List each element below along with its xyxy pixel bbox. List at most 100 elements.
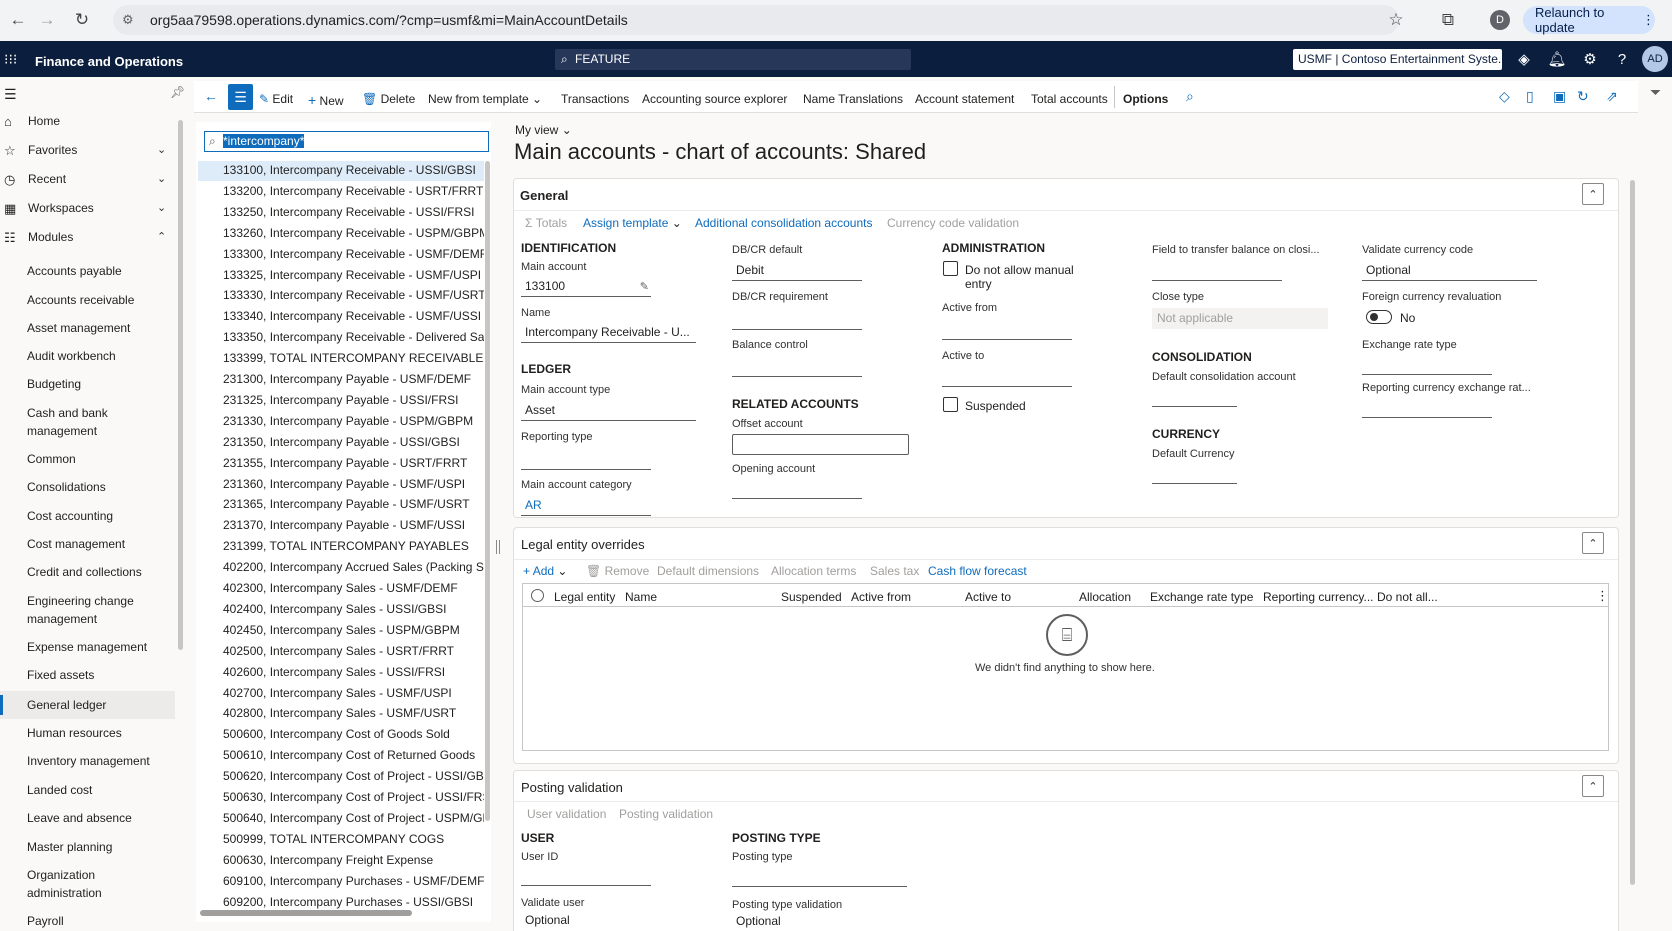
office-icon[interactable]: ▯ — [1526, 88, 1534, 105]
account-list-item[interactable]: 231370, Intercompany Payable - USMF/USSI — [223, 518, 484, 532]
pencil-icon[interactable]: ✎ — [640, 280, 649, 293]
reporting-type-field[interactable] — [521, 452, 651, 470]
module-cost-management[interactable]: Cost management — [27, 535, 172, 553]
profile-avatar[interactable]: D — [1490, 10, 1510, 30]
collapse-general-button[interactable]: ⌃ — [1582, 183, 1604, 205]
module-cost-accounting[interactable]: Cost accounting — [27, 507, 172, 525]
col-exchange-rate-type[interactable]: Exchange rate type — [1150, 590, 1253, 604]
dbcr-requirement-field[interactable] — [732, 312, 862, 330]
back-arrow-icon[interactable]: ← — [204, 88, 218, 104]
company-picker[interactable]: USMF | Contoso Entertainment Syste... — [1293, 49, 1502, 70]
account-list-item[interactable]: 231365, Intercompany Payable - USMF/USRT — [223, 497, 484, 511]
account-list-item[interactable]: 500999, TOTAL INTERCOMPANY COGS — [223, 832, 484, 846]
account-list-item[interactable]: 609200, Intercompany Purchases - USSI/GB… — [223, 895, 484, 909]
account-list-item[interactable]: 133340, Intercompany Receivable - USMF/U… — [223, 309, 484, 323]
account-list-item[interactable]: 133250, Intercompany Receivable - USSI/F… — [223, 205, 484, 219]
col-reporting-currency[interactable]: Reporting currency... — [1263, 590, 1374, 604]
active-to-field[interactable] — [942, 369, 1072, 387]
module-accounts-payable[interactable]: Accounts payable — [27, 262, 172, 280]
account-statement-button[interactable]: Account statement — [915, 92, 1014, 106]
account-list-item[interactable]: 402700, Intercompany Sales - USMF/USPI — [223, 686, 484, 700]
col-allocation[interactable]: Allocation — [1079, 590, 1131, 604]
col-active-from[interactable]: Active from — [851, 590, 911, 604]
account-list-item[interactable]: 609100, Intercompany Purchases - USMF/DE… — [223, 874, 484, 888]
totals-button[interactable]: Σ Totals — [525, 216, 567, 230]
default-currency-field[interactable] — [1152, 466, 1237, 484]
offset-account-field[interactable] — [732, 434, 909, 455]
main-account-category-field[interactable]: AR — [521, 498, 651, 516]
account-list-item[interactable]: 402450, Intercompany Sales - USPM/GBPM — [223, 623, 484, 637]
reload-icon[interactable]: ↻ — [68, 6, 96, 34]
collapse-posting-button[interactable]: ⌃ — [1582, 775, 1604, 797]
account-list-item[interactable]: 133300, Intercompany Receivable - USMF/D… — [223, 247, 484, 261]
main-scrollbar[interactable] — [1630, 180, 1635, 885]
account-list-item[interactable]: 231355, Intercompany Payable - USRT/FRRT — [223, 456, 484, 470]
module-audit-workbench[interactable]: Audit workbench — [27, 347, 172, 365]
pin-icon[interactable]: 📌︎ — [170, 85, 185, 99]
cash-flow-forecast-button[interactable]: Cash flow forecast — [928, 564, 1027, 578]
list-filter-input[interactable]: ⌕ *intercompany* — [204, 131, 489, 152]
validate-currency-field[interactable]: Optional — [1362, 263, 1537, 281]
module-master-planning[interactable]: Master planning — [27, 838, 172, 856]
edit-button[interactable]: ✎ Edit — [259, 92, 293, 106]
col-suspended[interactable]: Suspended — [781, 590, 842, 604]
dbcr-default-field[interactable]: Debit — [732, 263, 862, 281]
user-avatar[interactable]: AD — [1642, 46, 1668, 72]
module-asset-management[interactable]: Asset management — [27, 319, 172, 337]
do-not-allow-manual-entry-checkbox[interactable] — [943, 261, 958, 276]
account-list-item[interactable]: 133100, Intercompany Receivable - USSI/G… — [223, 163, 484, 177]
allocation-terms-button[interactable]: Allocation terms — [771, 564, 856, 578]
module-landed-cost[interactable]: Landed cost — [27, 781, 172, 799]
back-icon[interactable]: ← — [4, 6, 32, 34]
module-human-resources[interactable]: Human resources — [27, 724, 172, 742]
exchange-rate-type-field[interactable] — [1362, 357, 1492, 375]
account-list-item[interactable]: 231325, Intercompany Payable - USSI/FRSI — [223, 393, 484, 407]
open-new-window-icon[interactable]: ⇗ — [1606, 88, 1618, 105]
new-from-template-button[interactable]: New from template ⌄ — [428, 92, 542, 106]
module-budgeting[interactable]: Budgeting — [27, 375, 172, 393]
nav-home[interactable]: ⌂ Home — [0, 114, 184, 132]
account-list-item[interactable]: 133330, Intercompany Receivable - USMF/U… — [223, 288, 484, 302]
nav-workspaces[interactable]: ▦ Workspaces ⌄ — [0, 201, 184, 219]
left-nav-scrollbar[interactable] — [178, 120, 183, 650]
additional-consolidation-button[interactable]: Additional consolidation accounts — [695, 216, 872, 230]
validate-user-field[interactable]: Optional — [521, 913, 651, 931]
name-translations-button[interactable]: Name Translations — [803, 92, 903, 106]
settings-gear-icon[interactable]: ⚙ — [1578, 47, 1602, 71]
attachment-icon[interactable]: ▣ — [1553, 88, 1566, 105]
nav-favorites[interactable]: ☆ Favorites ⌄ — [0, 143, 184, 161]
diamond-icon[interactable]: ◇ — [1499, 88, 1510, 105]
default-consolidation-field[interactable] — [1152, 389, 1237, 407]
search-icon[interactable]: ⌕ — [1186, 88, 1194, 105]
opening-account-field[interactable] — [732, 481, 862, 499]
module-expense-management[interactable]: Expense management — [27, 638, 172, 656]
module-payroll[interactable]: Payroll — [27, 912, 172, 930]
account-list-item[interactable]: 133399, TOTAL INTERCOMPANY RECEIVABLES — [223, 351, 484, 365]
total-accounts-button[interactable]: Total accounts — [1031, 92, 1108, 106]
nav-recent[interactable]: ◷ Recent ⌄ — [0, 172, 184, 190]
posting-type-validation-field[interactable]: Optional — [732, 914, 907, 931]
currency-code-validation-button[interactable]: Currency code validation — [887, 216, 1019, 230]
account-list-item[interactable]: 231330, Intercompany Payable - USPM/GBPM — [223, 414, 484, 428]
foreign-currency-revaluation-toggle[interactable] — [1366, 310, 1392, 324]
balance-control-field[interactable] — [732, 359, 862, 377]
account-list-item[interactable]: 600630, Intercompany Freight Expense — [223, 853, 484, 867]
notification-bell-icon[interactable]: 🔔︎ — [1545, 47, 1569, 71]
help-icon[interactable]: ? — [1610, 47, 1634, 71]
reporting-exchange-rate-field[interactable] — [1362, 400, 1492, 418]
account-list-item[interactable]: 133350, Intercompany Receivable - Delive… — [223, 330, 484, 344]
account-list-item[interactable]: 500600, Intercompany Cost of Goods Sold — [223, 727, 484, 741]
module-cash-and-bank[interactable]: Cash and bank management — [27, 404, 137, 440]
splitter-handle[interactable] — [496, 540, 500, 554]
module-organization-administration[interactable]: Organization administration — [27, 866, 137, 902]
active-from-field[interactable] — [942, 322, 1072, 340]
hamburger-menu-icon[interactable]: ☰ — [4, 86, 17, 103]
transactions-button[interactable]: Transactions — [561, 92, 629, 106]
list-toggle-button[interactable]: ☰ — [228, 84, 253, 110]
url-text[interactable]: org5aa79598.operations.dynamics.com/?cmp… — [150, 12, 628, 28]
account-list-item[interactable]: 133200, Intercompany Receivable - USRT/F… — [223, 184, 484, 198]
remove-button[interactable]: 🗑︎ Remove — [586, 564, 649, 578]
assign-template-button[interactable]: Assign template ⌄ — [583, 216, 682, 230]
account-list-item[interactable]: 500630, Intercompany Cost of Project - U… — [223, 790, 484, 804]
nav-modules[interactable]: ☷ Modules ⌃ — [0, 230, 184, 248]
